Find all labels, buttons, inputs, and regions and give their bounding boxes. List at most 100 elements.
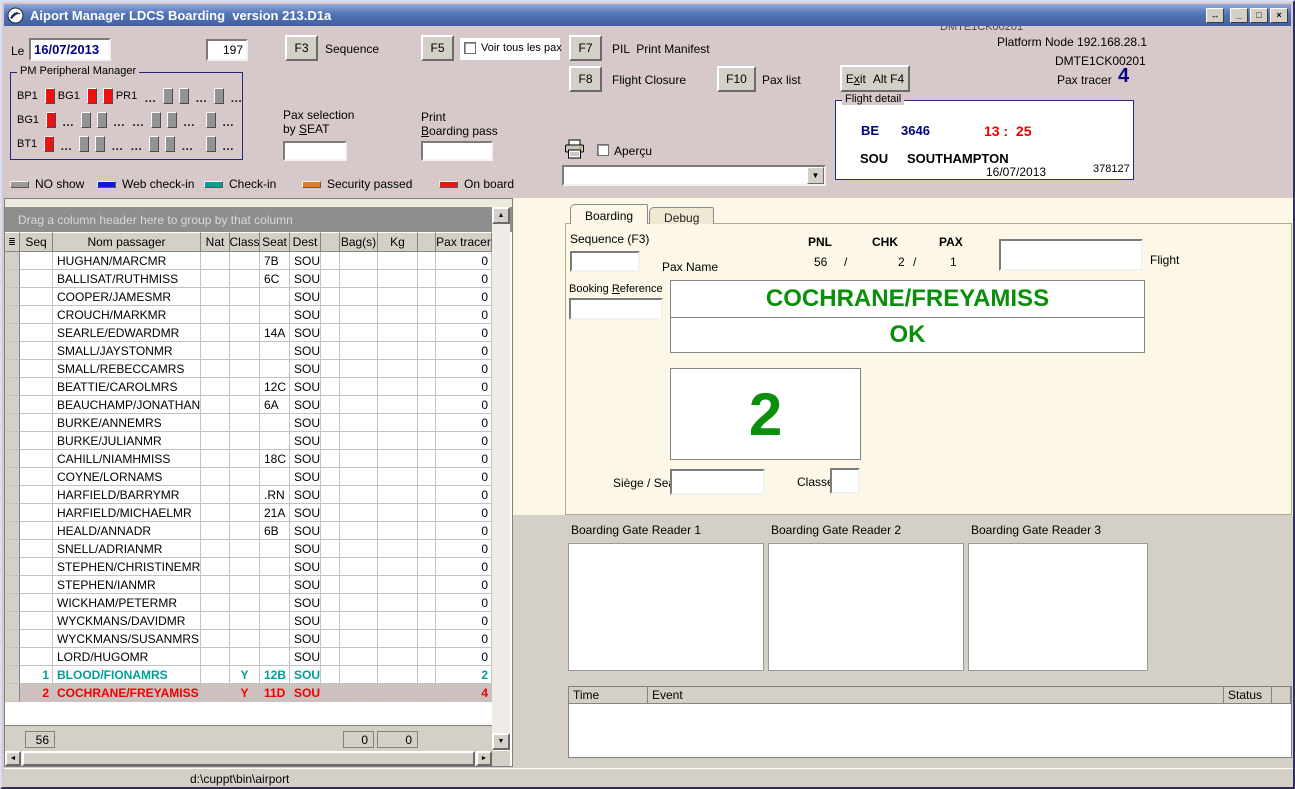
table-row[interactable]: BALLISAT/RUTHMISS6CSOU0 (5, 270, 493, 288)
voir-tous-les-pax-checkbox[interactable] (464, 42, 476, 54)
cell-dest: SOU (290, 684, 321, 702)
cell-name: WICKHAM/PETERMR (53, 594, 201, 612)
pm-rows: BP1BG1PR1………BG1……………BT1…………… (17, 87, 238, 159)
cell-dest: SOU (290, 558, 321, 576)
table-row[interactable]: COOPER/JAMESMRSOU0 (5, 288, 493, 306)
table-row[interactable]: CROUCH/MARKMRSOU0 (5, 306, 493, 324)
table-row[interactable]: WYCKMANS/SUSANMRSSOU0 (5, 630, 493, 648)
cell-sp1 (321, 414, 340, 432)
event-column-status[interactable]: Status (1224, 687, 1272, 704)
table-row[interactable]: HARFIELD/BARRYMR.RNSOU0 (5, 486, 493, 504)
table-row[interactable]: CAHILL/NIAMHMISS18CSOU0 (5, 450, 493, 468)
grid-column-header-paxtracer[interactable]: Pax tracer (436, 232, 492, 252)
scroll-right-icon[interactable]: ► (476, 751, 492, 766)
f8-button[interactable]: F8 (569, 66, 602, 92)
sequence-f3-label: Sequence (F3) (570, 232, 649, 246)
sequence-input[interactable] (570, 251, 640, 272)
table-row[interactable]: SEARLE/EDWARDMR14ASOU0 (5, 324, 493, 342)
grid-column-header-dest[interactable]: Dest (290, 232, 321, 252)
print-boarding-pass-input[interactable] (421, 141, 493, 161)
grid-column-header-bags[interactable]: Bag(s) (340, 232, 378, 252)
cell-sp2 (418, 486, 436, 504)
resize-window-button[interactable]: ↔ (1206, 8, 1224, 23)
flight-input[interactable] (999, 239, 1143, 271)
event-column-blank[interactable] (1272, 687, 1291, 704)
cell-cls (230, 432, 260, 450)
table-row[interactable]: BURKE/JULIANMRSOU0 (5, 432, 493, 450)
event-column-time[interactable]: Time (569, 687, 648, 704)
f7-button[interactable]: F7 (569, 35, 602, 61)
tab-debug[interactable]: Debug (649, 207, 714, 224)
scroll-left-icon[interactable]: ◄ (5, 751, 21, 766)
column-selector-icon[interactable]: ≣ (5, 232, 20, 252)
table-row[interactable]: BEAUCHAMP/JONATHANDR6ASOU0 (5, 396, 493, 414)
cell-name: HUGHAN/MARCMR (53, 252, 201, 270)
cell-kg (378, 630, 418, 648)
cell-sp2 (418, 594, 436, 612)
f3-sequence-button[interactable]: F3 (285, 35, 318, 61)
table-row[interactable]: BURKE/ANNEMRSSOU0 (5, 414, 493, 432)
table-row[interactable]: BEATTIE/CAROLMRS12CSOU0 (5, 378, 493, 396)
scroll-down-icon[interactable]: ▼ (492, 733, 510, 750)
table-row[interactable]: HEALD/ANNADR6BSOU0 (5, 522, 493, 540)
booking-reference-input[interactable] (569, 298, 663, 320)
grid-column-header-nompassager[interactable]: Nom passager (53, 232, 201, 252)
minimize-button[interactable]: _ (1230, 8, 1248, 23)
table-row[interactable]: HUGHAN/MARCMR7BSOU0 (5, 252, 493, 270)
peripheral-row: BG1…………… (17, 111, 238, 128)
table-row[interactable]: WICKHAM/PETERMRSOU0 (5, 594, 493, 612)
horizontal-scroll-thumb[interactable] (22, 751, 475, 766)
table-row[interactable]: STEPHEN/IANMRSOU0 (5, 576, 493, 594)
table-row[interactable]: SNELL/ADRIANMRSOU0 (5, 540, 493, 558)
cell-kg (378, 414, 418, 432)
table-row[interactable]: 1BLOOD/FIONAMRSY12BSOU2 (5, 666, 493, 684)
f5-button[interactable]: F5 (421, 35, 454, 61)
cell-seat (260, 648, 290, 666)
row-selector (5, 630, 20, 648)
grid-column-header-kg[interactable]: Kg (378, 232, 418, 252)
event-column-event[interactable]: Event (648, 687, 1224, 704)
title-bar[interactable]: Aiport Manager LDCS Boarding version 213… (4, 4, 1291, 26)
table-row[interactable]: LORD/HUGOMRSOU0 (5, 648, 493, 666)
grid-column-header-blank10[interactable] (418, 232, 436, 252)
printer-icon[interactable] (564, 139, 585, 159)
grid-column-header-blank7[interactable] (321, 232, 340, 252)
cell-cls (230, 522, 260, 540)
f10-button[interactable]: F10 (717, 66, 756, 92)
row-selector (5, 270, 20, 288)
tab-boarding[interactable]: Boarding (570, 204, 648, 224)
vertical-scrollbar[interactable] (492, 207, 510, 750)
close-button[interactable]: × (1270, 8, 1288, 23)
chevron-down-icon[interactable]: ▼ (807, 167, 824, 184)
table-row[interactable]: WYCKMANS/DAVIDMRSOU0 (5, 612, 493, 630)
cell-name: CROUCH/MARKMR (53, 306, 201, 324)
grid-column-header-seat[interactable]: Seat (260, 232, 290, 252)
apercu-checkbox[interactable] (597, 144, 609, 156)
table-row[interactable]: STEPHEN/CHRISTINEMRSSOU0 (5, 558, 493, 576)
pax-selection-seat-input[interactable] (283, 141, 347, 161)
classe-input[interactable] (830, 468, 860, 494)
printer-combobox[interactable]: ▼ (562, 165, 826, 186)
table-row-selected[interactable]: 2COCHRANE/FREYAMISSY11DSOU4 (5, 684, 493, 702)
table-row[interactable]: SMALL/JAYSTONMRSOU0 (5, 342, 493, 360)
cell-seat: 14A (260, 324, 290, 342)
grid-column-header-seq[interactable]: Seq (20, 232, 53, 252)
table-row[interactable]: COYNE/LORNAMSSOU0 (5, 468, 493, 486)
table-row[interactable]: HARFIELD/MICHAELMR21ASOU0 (5, 504, 493, 522)
table-row[interactable]: SMALL/REBECCAMRSSOU0 (5, 360, 493, 378)
date-input[interactable] (29, 38, 111, 61)
exit-button[interactable]: Exit Alt F4 (840, 65, 910, 92)
group-by-drop-zone[interactable]: Drag a column header here to group by th… (5, 207, 512, 232)
counter-input[interactable] (206, 39, 248, 61)
grid-column-header-nat[interactable]: Nat (201, 232, 230, 252)
cell-nat (201, 648, 230, 666)
cell-kg (378, 378, 418, 396)
cell-seat: 6A (260, 396, 290, 414)
peripheral-status-led-gray (179, 88, 189, 104)
peripheral-dots-icon: … (230, 91, 243, 105)
cell-nat (201, 378, 230, 396)
grid-column-header-class[interactable]: Class (230, 232, 260, 252)
maximize-button[interactable]: □ (1250, 8, 1268, 23)
seat-input[interactable] (670, 469, 765, 495)
scroll-up-icon[interactable]: ▲ (492, 207, 510, 224)
